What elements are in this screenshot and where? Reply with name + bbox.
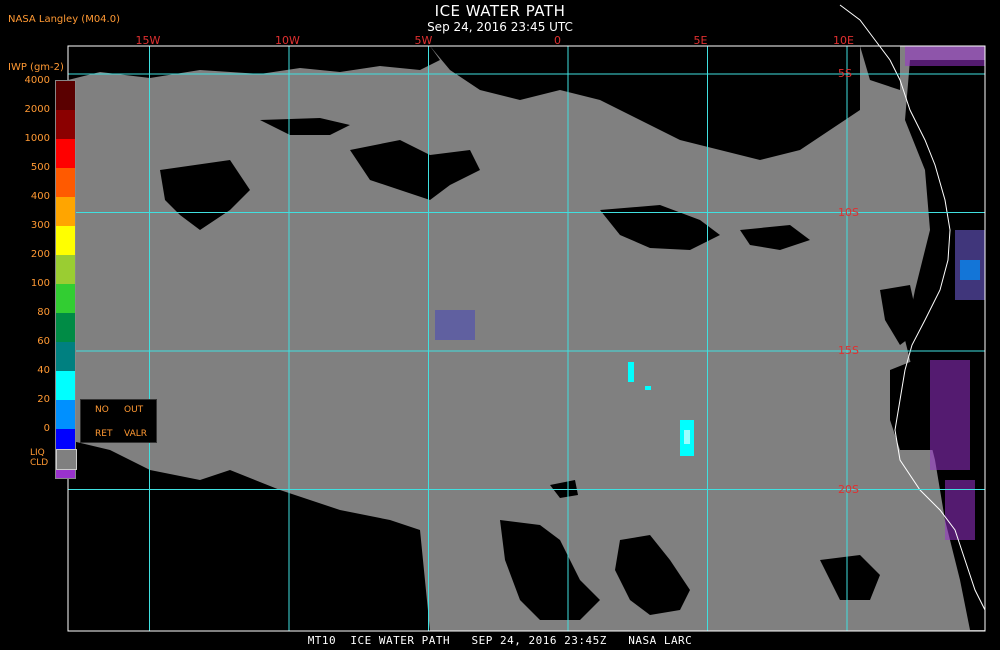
latitude-label: 5S: [838, 67, 852, 80]
color-scale-tick: 40: [37, 365, 50, 376]
color-swatch: [56, 313, 75, 342]
color-swatch: [56, 342, 75, 371]
ice-water-path-map: [67, 4, 986, 632]
color-swatch: [56, 139, 75, 168]
color-scale-tick: 500: [30, 162, 50, 173]
color-scale-tick: 0: [43, 423, 50, 434]
footer-caption: MT10 ICE WATER PATH SEP 24, 2016 23:45Z …: [307, 634, 693, 647]
color-swatch: [56, 197, 75, 226]
color-scale-tick: 400: [30, 191, 50, 202]
latitude-label: 20S: [838, 482, 859, 496]
longitude-label: 5W: [414, 34, 433, 47]
color-scale-tick: 1000: [24, 133, 50, 144]
color-swatch: [56, 284, 75, 313]
longitude-label: 0: [554, 34, 561, 47]
color-scale-tick: 4000: [24, 75, 50, 86]
color-swatch: [56, 168, 75, 197]
liquid-cloud-swatch: [56, 449, 77, 470]
color-scale-tick: 80: [37, 307, 50, 318]
liq-label: LIQ: [30, 448, 45, 458]
longitude-label: 10E: [833, 34, 854, 47]
liquid-cloud-label: LIQ CLD: [30, 448, 48, 468]
color-scale-tick: 100: [30, 278, 50, 289]
color-scale: [55, 80, 76, 479]
page-title: ICE WATER PATH: [434, 2, 566, 20]
valr-label: VALR: [124, 429, 148, 439]
color-swatch: [56, 110, 75, 139]
color-scale-tick: 60: [37, 336, 50, 347]
legend-title: IWP (gm-2): [8, 62, 64, 73]
no-retrieval-legend: NO OUT RET VALR: [80, 399, 157, 443]
longitude-label: 10W: [275, 34, 300, 47]
ret-label: RET: [95, 429, 113, 439]
color-scale-tick: 300: [30, 220, 50, 231]
out-label: OUT: [124, 405, 144, 415]
cld-label: CLD: [30, 458, 49, 468]
color-swatch: [56, 81, 75, 110]
timestamp: Sep 24, 2016 23:45 UTC: [427, 20, 573, 34]
color-scale-tick: 200: [30, 249, 50, 260]
no-label: NO: [95, 405, 109, 415]
color-scale-tick: 20: [37, 394, 50, 405]
color-swatch: [56, 226, 75, 255]
color-swatch: [56, 371, 75, 400]
longitude-label: 5E: [693, 34, 708, 47]
latitude-label: 15S: [838, 344, 859, 357]
longitude-label: 15W: [135, 34, 161, 47]
color-swatch: [56, 255, 75, 284]
color-scale-tick: 2000: [24, 104, 50, 115]
color-swatch: [56, 400, 75, 429]
latitude-label: 10S: [838, 205, 859, 219]
